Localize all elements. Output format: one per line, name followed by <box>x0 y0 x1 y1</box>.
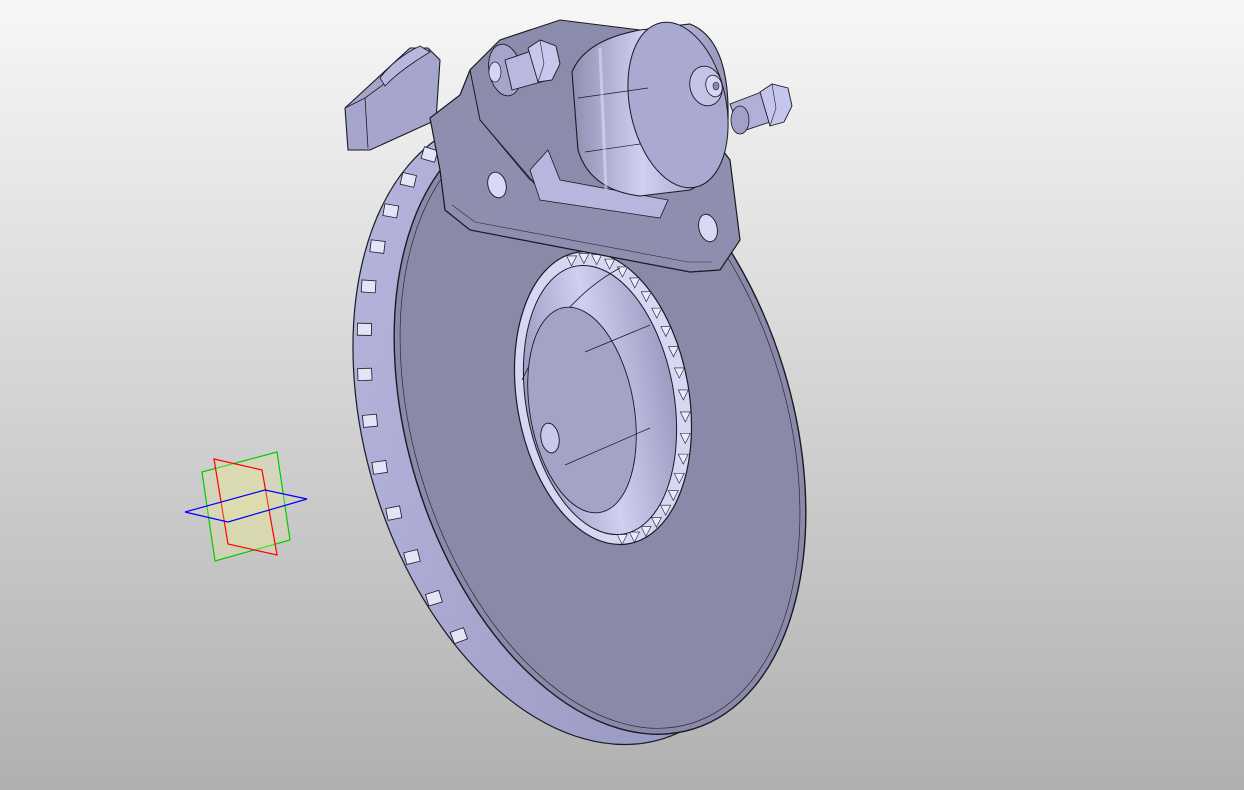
vent-slot <box>360 279 377 294</box>
origin-reference-planes-icon[interactable] <box>184 451 308 562</box>
graphics-viewport[interactable] <box>0 0 1244 790</box>
xy-plane[interactable] <box>184 489 308 523</box>
vent-slot <box>371 460 388 475</box>
vent-slot <box>399 172 417 188</box>
3d-scene[interactable] <box>0 0 1244 790</box>
vent-slot <box>362 413 378 428</box>
caliper-bracket-left <box>344 47 441 151</box>
vent-slot <box>385 505 403 521</box>
vent-slot <box>369 239 386 254</box>
vent-slot <box>357 367 373 382</box>
guide-bolt-right <box>729 83 793 135</box>
vent-slot <box>356 322 372 336</box>
vent-slot <box>382 203 400 219</box>
